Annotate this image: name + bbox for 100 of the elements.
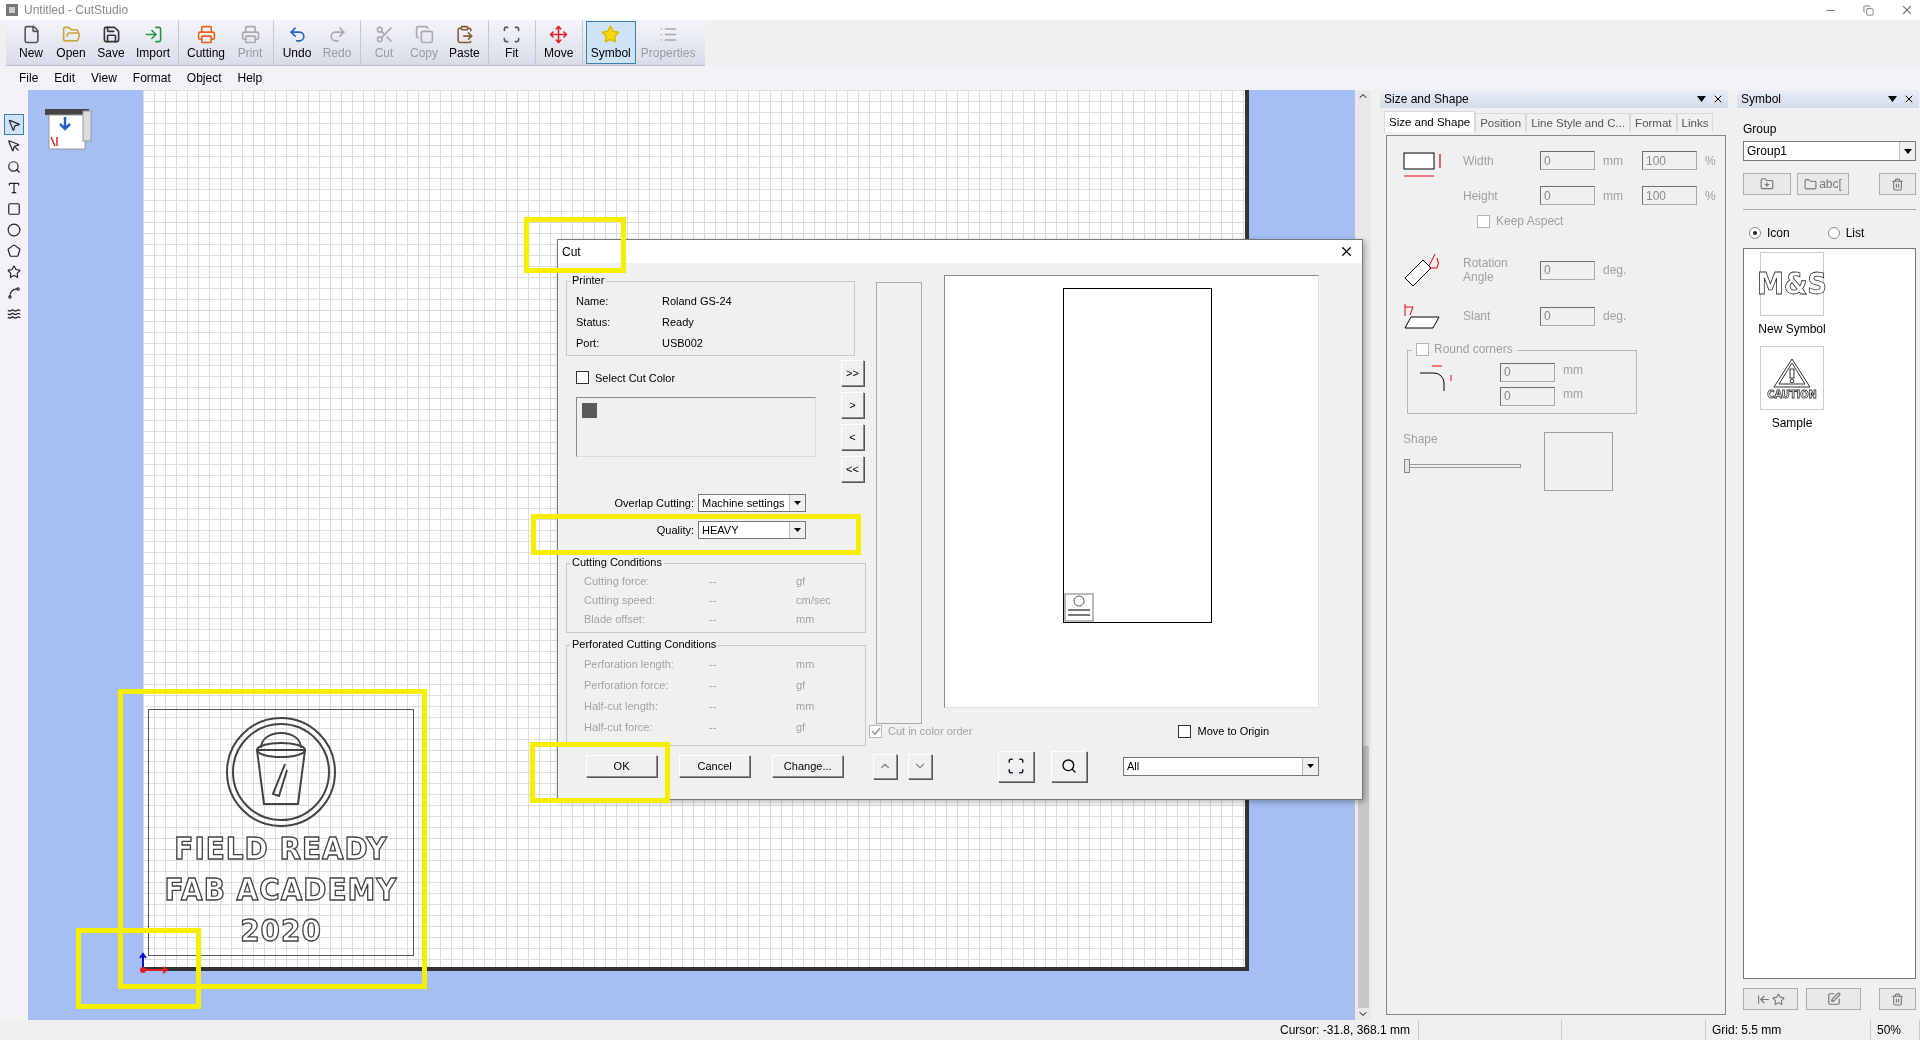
color-swatch[interactable]: [582, 403, 597, 418]
shape-preview: [1544, 432, 1613, 491]
transfer-button[interactable]: <<: [841, 456, 864, 482]
zoom-readout: 50%: [1871, 1020, 1920, 1040]
dropdown-arrow-icon[interactable]: [1307, 764, 1314, 768]
overlap-select[interactable]: Machine settings: [698, 493, 806, 512]
grid-readout: Grid: 5.5 mm: [1706, 1020, 1871, 1040]
toolbar-icon: [327, 25, 347, 44]
condition-value: --: [709, 721, 718, 734]
app-icon: [6, 4, 18, 16]
dropdown-arrow-icon[interactable]: [794, 528, 801, 532]
toolbar-icon: [143, 25, 163, 44]
field-label: Shape: [1403, 432, 1439, 446]
toolbar-button[interactable]: Fit: [491, 21, 532, 64]
menu-item[interactable]: Format: [125, 69, 178, 87]
transfer-button[interactable]: >: [841, 392, 864, 418]
trash-icon: [1891, 992, 1904, 1006]
toolbar-button[interactable]: Import: [131, 21, 175, 64]
thumbnail-lettering: CAUTION: [1767, 388, 1817, 400]
toolbar-button[interactable]: Cutting: [182, 21, 231, 64]
transfer-button[interactable]: <: [841, 424, 864, 450]
insert-symbol-button[interactable]: [1743, 988, 1798, 1010]
toolbar-button[interactable]: Open: [51, 21, 91, 64]
field-label: Width: [1463, 153, 1495, 168]
close-icon[interactable]: [1712, 93, 1724, 105]
dropdown-icon[interactable]: [1888, 96, 1897, 102]
transfer-button[interactable]: >>: [841, 360, 864, 386]
menu-item[interactable]: Object: [179, 69, 229, 87]
fit-view-button[interactable]: [997, 750, 1034, 782]
radio-label: List: [1845, 226, 1865, 240]
field-label: Quality:: [655, 524, 695, 536]
condition-label: Cutting force:: [584, 575, 651, 588]
toolbar-button[interactable]: Move: [538, 21, 579, 64]
toolbar-button[interactable]: Save: [91, 21, 131, 64]
toolbar-icon: [549, 25, 569, 44]
tool-icon: [7, 222, 21, 237]
panel-title: Symbol: [1741, 92, 1782, 106]
view-filter-select[interactable]: All: [1122, 756, 1319, 776]
rename-group-button[interactable]: abc[: [1797, 173, 1849, 195]
quality-select[interactable]: HEAVY: [698, 521, 806, 539]
symbol-name: Sample: [1771, 416, 1813, 430]
dropdown-icon[interactable]: [1697, 96, 1706, 102]
toolbar-button[interactable]: Paste: [444, 21, 485, 64]
dialog-button[interactable]: Change...: [772, 755, 844, 777]
radio-button[interactable]: [1827, 227, 1840, 239]
delete-symbol-button[interactable]: [1879, 988, 1916, 1010]
close-icon[interactable]: [1903, 93, 1915, 105]
condition-label: Cutting speed:: [584, 594, 656, 607]
unit-label: %: [1704, 153, 1717, 168]
toolbar-button[interactable]: Symbol: [585, 21, 636, 64]
cut-color-list[interactable]: [576, 397, 816, 457]
tool-button[interactable]: [4, 114, 24, 135]
toolbar-icon: [454, 25, 474, 44]
radio-button[interactable]: [1749, 227, 1761, 239]
move-down-button[interactable]: [908, 753, 932, 779]
cursor-readout: Cursor: -31.8, 368.1 mm: [1274, 1020, 1419, 1040]
unit-label: mm: [1562, 386, 1584, 403]
dialog-button[interactable]: OK: [586, 755, 658, 777]
info-value: USB002: [662, 336, 704, 349]
edit-icon: [1826, 992, 1841, 1006]
restore-icon[interactable]: [1863, 4, 1874, 16]
toolbar-button[interactable]: Undo: [277, 21, 318, 64]
info-label: Port:: [576, 336, 601, 349]
info-value: Ready: [662, 315, 695, 328]
checkbox[interactable]: [1178, 724, 1192, 738]
close-icon[interactable]: [1339, 244, 1354, 259]
dropdown-arrow-icon[interactable]: [794, 500, 801, 505]
condition-value: --: [709, 613, 718, 626]
edit-symbol-button[interactable]: [1806, 988, 1861, 1010]
checkbox[interactable]: [576, 371, 589, 384]
window-title: Untitled - CutStudio: [24, 3, 129, 17]
scroll-thumb[interactable]: [1357, 746, 1369, 1008]
dropdown-arrow-icon[interactable]: [1903, 148, 1912, 154]
tool-icon: [7, 180, 21, 195]
menu-item[interactable]: Edit: [47, 69, 83, 87]
menu-item[interactable]: View: [84, 69, 124, 87]
zoom-button[interactable]: [1050, 750, 1087, 782]
field-label: Slant: [1463, 309, 1492, 323]
symbol-thumbnail[interactable]: M&S: [1760, 252, 1824, 316]
menu-item[interactable]: File: [12, 69, 46, 87]
info-label: Name:: [576, 294, 610, 307]
delete-group-button[interactable]: [1879, 173, 1916, 195]
checkbox-label: Move to Origin: [1197, 725, 1269, 737]
move-up-button[interactable]: [873, 753, 897, 779]
field-label: Overlap Cutting:: [613, 496, 695, 509]
menu-item[interactable]: Help: [230, 69, 270, 87]
group-legend: Printer: [570, 274, 607, 286]
group-legend: Perforated Cutting Conditions: [570, 637, 719, 650]
new-group-button[interactable]: [1743, 173, 1791, 195]
unit-label: deg.: [1602, 309, 1628, 323]
group-select[interactable]: Group1: [1743, 141, 1916, 161]
tool-icon: [7, 117, 21, 132]
condition-label: Perforation length:: [584, 658, 675, 671]
checkbox-label: Select Cut Color: [595, 371, 676, 384]
panel-title: Size and Shape: [1384, 92, 1470, 106]
condition-value: --: [709, 594, 718, 607]
info-label: Status:: [576, 315, 612, 328]
arrow-left-icon: [1756, 992, 1770, 1006]
toolbar-button[interactable]: New: [11, 21, 51, 64]
dialog-button[interactable]: Cancel: [679, 755, 751, 777]
